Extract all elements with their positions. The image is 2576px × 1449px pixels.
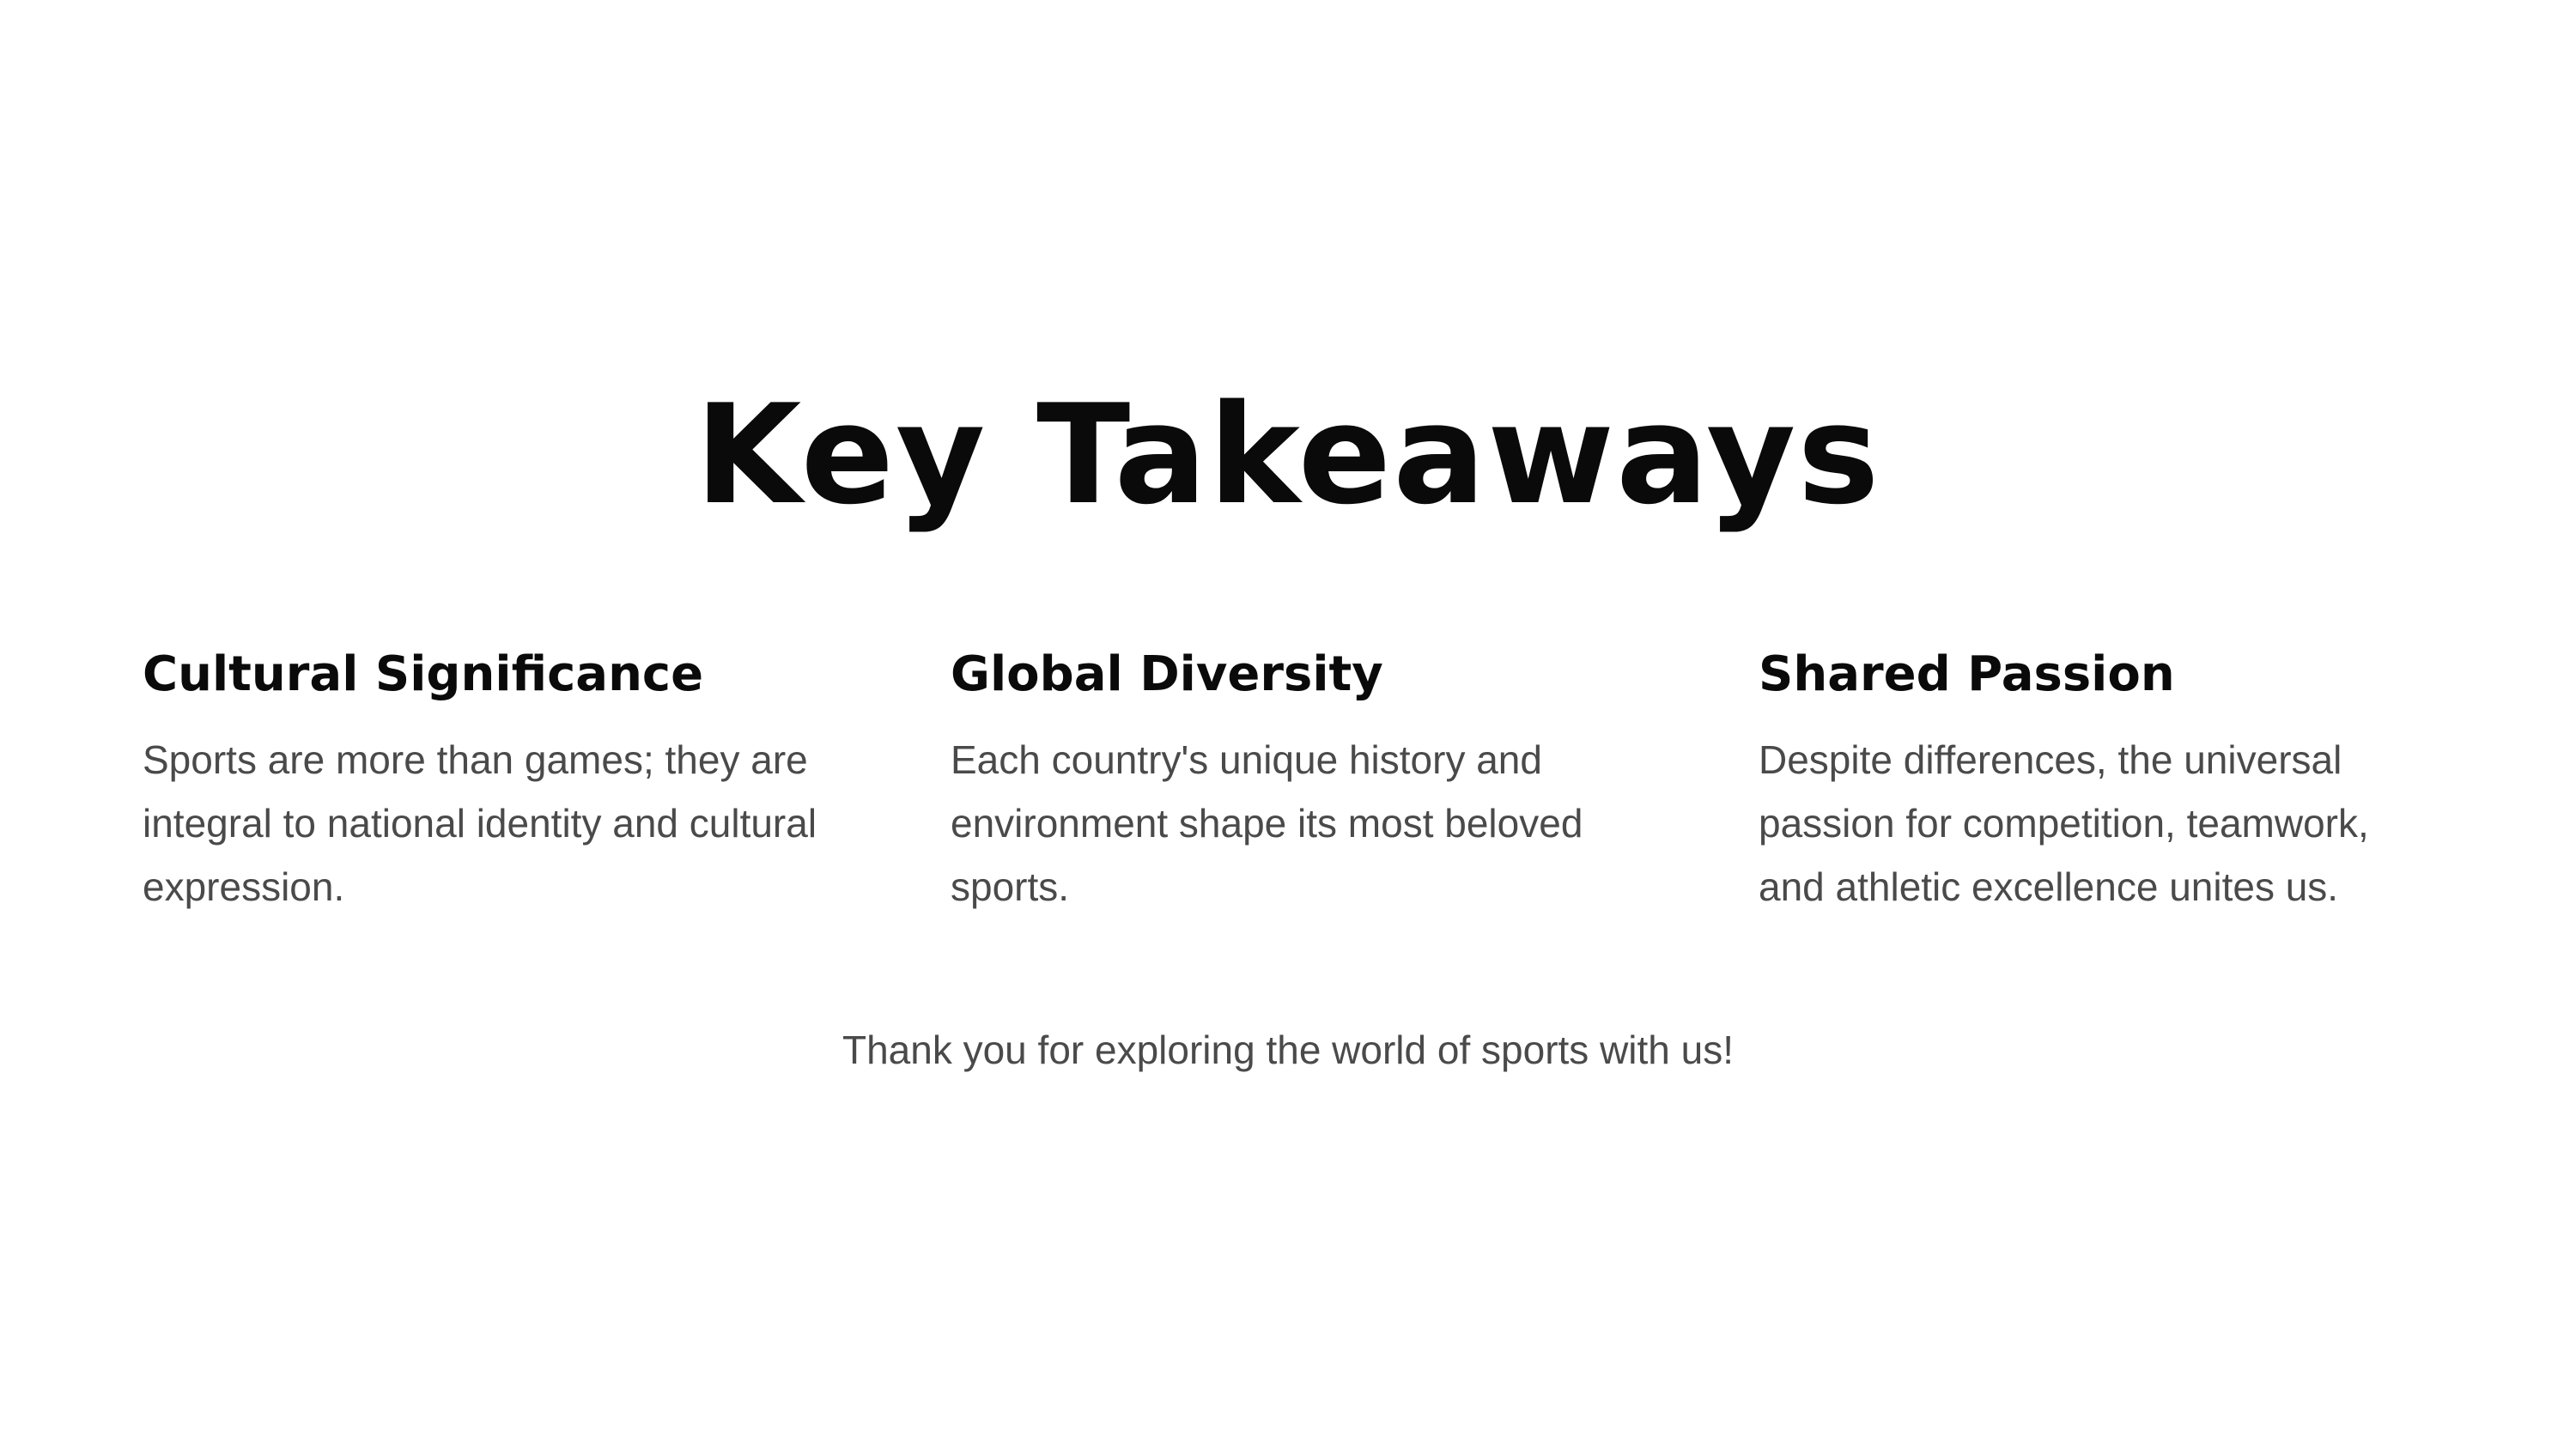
- takeaway-heading: Global Diversity: [951, 646, 1383, 702]
- takeaway-shared-passion: Shared Passion Despite differences, the …: [1759, 642, 2445, 919]
- takeaway-heading: Shared Passion: [1759, 646, 2175, 702]
- takeaway-body: Despite differences, the universal passi…: [1759, 737, 2369, 909]
- takeaway-body: Each country's unique history and enviro…: [951, 737, 1583, 909]
- takeaway-cultural-significance: Cultural Significance Sports are more th…: [143, 642, 829, 919]
- takeaway-body: Sports are more than games; they are int…: [143, 737, 817, 909]
- closing-message: Thank you for exploring the world of spo…: [841, 1028, 1735, 1072]
- takeaway-heading: Cultural Significance: [143, 646, 704, 702]
- slide-title: Key Takeaways: [695, 374, 1881, 535]
- slide: Key Takeaways Cultural Significance Spor…: [0, 0, 2576, 1449]
- takeaways-columns: Cultural Significance Sports are more th…: [143, 642, 2433, 934]
- takeaway-global-diversity: Global Diversity Each country's unique h…: [951, 642, 1637, 919]
